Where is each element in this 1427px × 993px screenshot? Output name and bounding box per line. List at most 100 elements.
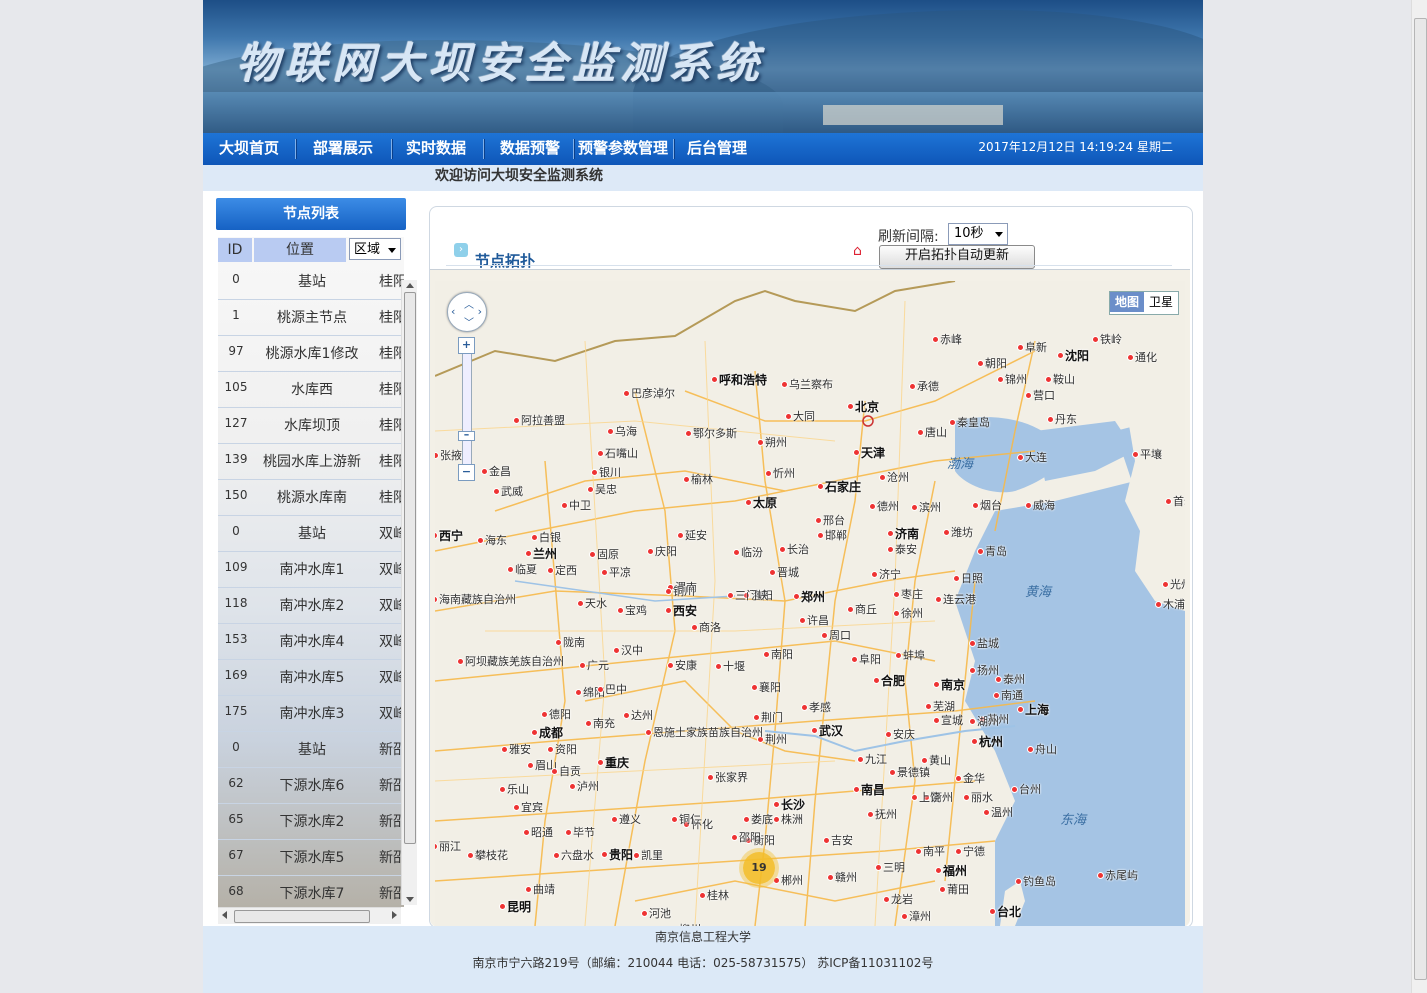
cell-id: 127	[224, 416, 248, 430]
city-marker	[601, 851, 608, 858]
region-select[interactable]: 区域	[349, 238, 401, 260]
city-marker	[815, 517, 822, 524]
city-label: 南通	[1001, 689, 1023, 702]
city-marker	[773, 816, 780, 823]
city-label: 盐城	[977, 637, 999, 650]
city-label: 贵阳	[609, 848, 634, 862]
city-marker	[763, 651, 770, 658]
table-row[interactable]: 169 南冲水库5 双峰	[218, 659, 404, 696]
city-label: 曲靖	[533, 883, 555, 896]
system-title: 物联网大坝安全监测系统	[237, 39, 766, 88]
table-row[interactable]: 97 桃源水库1修改 桂阳	[218, 335, 404, 372]
city-marker	[457, 658, 464, 665]
city-label: 桂林	[707, 889, 729, 902]
map-type-satellite[interactable]: 卫星	[1144, 292, 1178, 312]
home-icon[interactable]: ⌂	[853, 243, 862, 259]
table-row[interactable]: 62 下源水库6 新邵	[218, 767, 404, 804]
city-label: 孝感	[809, 701, 831, 714]
city-marker	[467, 852, 474, 859]
table-header: ID 位置 区域	[218, 237, 404, 263]
cell-id: 139	[224, 452, 248, 466]
city-marker	[969, 640, 976, 647]
cell-id: 109	[224, 560, 248, 574]
map-type-map[interactable]: 地图	[1109, 292, 1144, 312]
node-cluster-marker[interactable]: 19	[743, 852, 775, 884]
sea-label: 东海	[1060, 813, 1087, 828]
nav-realtime-data[interactable]: 实时数据	[393, 133, 479, 165]
table-row[interactable]: 67 下源水库5 新邵	[218, 839, 404, 876]
city-label: 张掖	[440, 449, 462, 462]
table-row[interactable]: 139 桃园水库上游新 桂阳	[218, 443, 404, 480]
table-row[interactable]: 109 南冲水库1 双峰	[218, 551, 404, 588]
map-pan-control[interactable]: ︿ ﹀ ‹ ›	[447, 292, 487, 332]
table-row[interactable]: 68 下源水库7 新邵	[218, 875, 404, 907]
city-label: 朔州	[765, 436, 787, 449]
table-horizontal-scrollbar[interactable]	[218, 907, 401, 924]
table-row[interactable]: 153 南冲水库4 双峰	[218, 623, 404, 660]
city-marker	[757, 439, 764, 446]
city-marker	[641, 910, 648, 917]
chevron-down-icon	[995, 232, 1003, 237]
city-marker	[623, 390, 630, 397]
nav-dam-home[interactable]: 大坝首页	[203, 133, 295, 165]
table-vertical-scrollbar[interactable]	[401, 280, 417, 905]
map-zoom-slider[interactable]	[462, 337, 472, 479]
cell-position: 基站	[298, 526, 326, 542]
city-marker	[853, 786, 860, 793]
table-row[interactable]: 105 水库西 桂阳	[218, 371, 404, 408]
city-label: 木浦	[1163, 598, 1185, 611]
nav-deployment[interactable]: 部署展示	[297, 133, 389, 165]
table-row[interactable]: 65 下源水库2 新邵	[218, 803, 404, 840]
map[interactable]: 呼和浩特 乌兰察布 巴彦淖尔 北京 天津 大同 唐山 承德 赤峰 朝阳 阜新 沈阳 铁岭 锦州 鞍山 营口 丹东…	[435, 281, 1185, 926]
chevron-right-icon: ›	[454, 243, 468, 257]
banner: 物联网大坝安全监测系统	[203, 0, 1203, 133]
city-label: 德州	[877, 500, 899, 513]
city-marker	[611, 816, 618, 823]
city-marker	[597, 759, 604, 766]
table-row[interactable]: 118 南冲水库2 双峰	[218, 587, 404, 624]
table-row[interactable]: 150 桃源水库南 桂阳	[218, 479, 404, 516]
city-label: 铜仁	[679, 813, 701, 826]
zoom-in-button[interactable]: +	[458, 337, 475, 354]
table-row[interactable]: 175 南冲水库3 双峰	[218, 695, 404, 732]
zoom-handle[interactable]: –	[458, 429, 475, 441]
city-marker	[857, 756, 864, 763]
city-label: 唐山	[925, 426, 947, 439]
city-marker	[733, 549, 740, 556]
nav-alert-params[interactable]: 预警参数管理	[575, 133, 671, 165]
city-marker	[935, 596, 942, 603]
window-scrollbar[interactable]	[1411, 0, 1427, 993]
city-marker	[551, 768, 558, 775]
table-row[interactable]: 127 水库坝顶 桂阳	[218, 407, 404, 444]
city-marker	[879, 474, 886, 481]
city-label: 陇南	[563, 636, 585, 649]
city-label: 商洛	[699, 621, 721, 634]
city-label: 锦州	[1005, 373, 1027, 386]
city-label: 枣庄	[901, 588, 923, 601]
city-marker	[933, 717, 940, 724]
city-marker	[579, 662, 586, 669]
city-marker	[995, 676, 1002, 683]
city-label: 汉中	[621, 644, 643, 657]
zoom-out-button[interactable]: −	[458, 464, 475, 481]
city-label: 福州	[943, 864, 968, 878]
refresh-interval-select[interactable]: 10秒	[948, 223, 1008, 245]
nav-data-alert[interactable]: 数据预警	[487, 133, 573, 165]
table-row[interactable]: 1 桃源主节点 桂阳	[218, 299, 404, 336]
node-list-panel: 节点列表 ID 位置 区域 0 基站 桂阳 1 桃源主节点 桂阳 97 桃源水库1修改 桂阳 10…	[216, 198, 417, 925]
table-row[interactable]: 0 基站 桂阳	[218, 263, 404, 300]
city-marker	[751, 684, 758, 691]
city-marker	[753, 714, 760, 721]
city-marker	[911, 504, 918, 511]
city-label: 台州	[1019, 783, 1041, 796]
table-row[interactable]: 0 基站 双峰	[218, 515, 404, 552]
nav-admin[interactable]: 后台管理	[675, 133, 759, 165]
city-label: 蚌埠	[903, 649, 925, 662]
city-marker	[527, 762, 534, 769]
node-table: ID 位置 区域 0 基站 桂阳 1 桃源主节点 桂阳 97 桃源水库1修改 桂阳 105 水库西桂…	[218, 237, 404, 907]
city-label: 郴州	[781, 874, 803, 887]
city-label: 许昌	[807, 614, 829, 627]
city-label: 海东	[485, 534, 507, 547]
table-row[interactable]: 0 基站 新邵	[218, 731, 404, 768]
city-marker	[971, 738, 978, 745]
